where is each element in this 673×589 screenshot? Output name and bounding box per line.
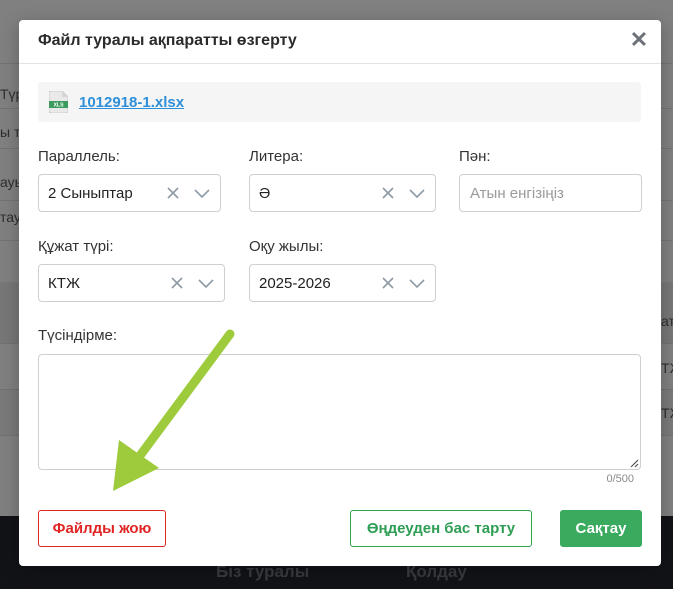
resize-handle-icon[interactable]	[628, 457, 639, 468]
modal-header: Файл туралы ақпаратты өзгерту ✕	[19, 20, 661, 64]
litera-label: Литера:	[249, 148, 304, 165]
subject-label: Пән:	[459, 148, 491, 165]
close-button[interactable]: ✕	[629, 29, 649, 51]
chevron-down-icon[interactable]	[192, 184, 212, 202]
doc-type-label: Құжат түрі:	[38, 238, 114, 255]
year-value: 2025-2026	[259, 275, 331, 292]
comment-textarea[interactable]	[38, 354, 641, 470]
close-icon: ✕	[629, 27, 649, 52]
litera-select[interactable]: Ә	[249, 174, 436, 212]
attached-file: XLS 1012918-1.xlsx	[38, 82, 641, 122]
doc-type-select[interactable]: КТЖ	[38, 264, 225, 302]
year-label: Оқу жылы:	[249, 238, 324, 255]
year-select[interactable]: 2025-2026	[249, 264, 436, 302]
parallel-label: Параллель:	[38, 148, 120, 165]
parallel-value: 2 Сыныптар	[48, 185, 133, 202]
file-link[interactable]: 1012918-1.xlsx	[79, 94, 184, 111]
xls-file-icon: XLS	[49, 91, 68, 113]
xls-icon-label: XLS	[53, 103, 64, 109]
save-button[interactable]: Сақтау	[560, 510, 642, 547]
clear-icon[interactable]	[379, 183, 397, 203]
chevron-down-icon[interactable]	[196, 274, 216, 292]
cancel-edit-button[interactable]: Өңдеуден бас тарту	[350, 510, 532, 547]
subject-input[interactable]	[459, 174, 642, 212]
chevron-down-icon[interactable]	[407, 274, 427, 292]
clear-icon[interactable]	[379, 273, 397, 293]
parallel-select[interactable]: 2 Сыныптар	[38, 174, 221, 212]
modal-title: Файл туралы ақпаратты өзгерту	[38, 32, 297, 49]
doc-type-value: КТЖ	[48, 275, 80, 292]
edit-file-modal: Файл туралы ақпаратты өзгерту ✕ XLS 1012…	[19, 20, 661, 566]
delete-file-button[interactable]: Файлды жою	[38, 510, 166, 547]
clear-icon[interactable]	[164, 183, 182, 203]
clear-icon[interactable]	[168, 273, 186, 293]
comment-label: Түсіндірме:	[38, 327, 118, 344]
litera-value: Ә	[259, 185, 271, 202]
char-counter: 0/500	[606, 473, 634, 485]
chevron-down-icon[interactable]	[407, 184, 427, 202]
